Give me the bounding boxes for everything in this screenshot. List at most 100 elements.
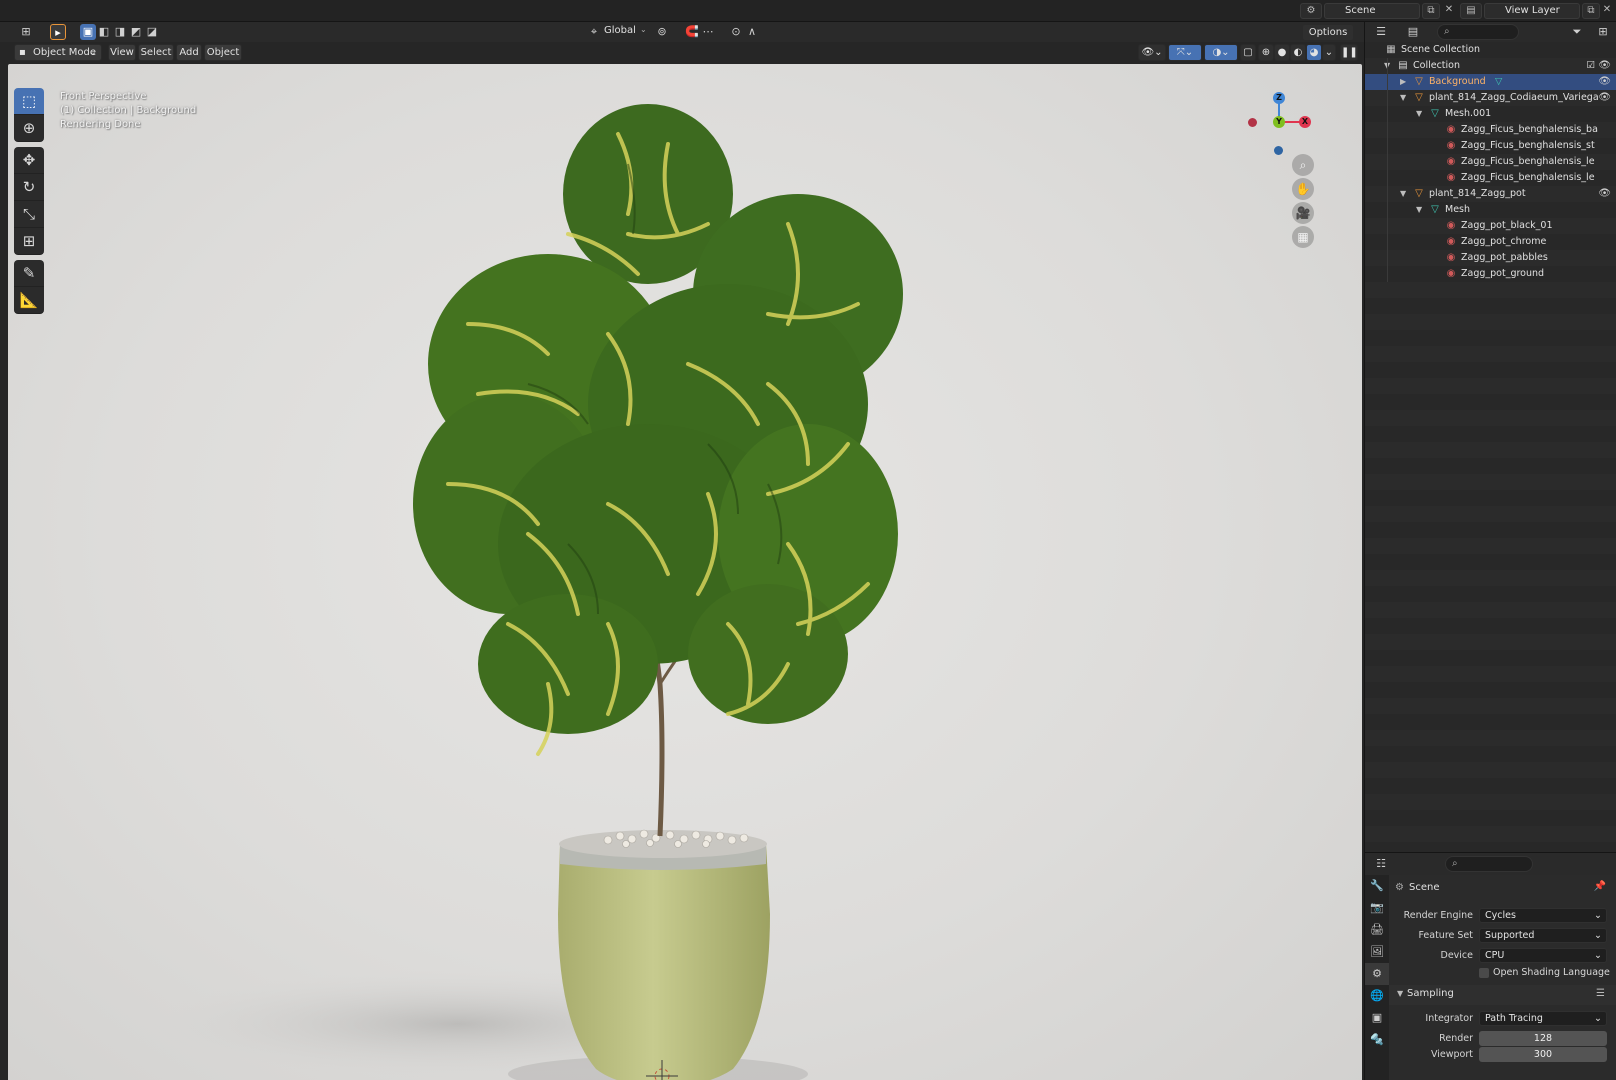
expand-arrow-closed-icon[interactable]: ▶ (1400, 74, 1406, 90)
editor-type-icon[interactable]: ⊞ (18, 24, 34, 40)
select-menu[interactable]: Select (138, 44, 174, 61)
view-layer-field[interactable]: View Layer (1484, 3, 1580, 19)
select-extend-icon[interactable]: ◧ (96, 24, 112, 40)
pause-render-icon[interactable]: ❚❚ (1340, 44, 1358, 61)
outliner-search-input[interactable]: ⌕ (1437, 24, 1519, 40)
outliner-row[interactable]: ◉ Zagg_pot_pabbles (1365, 250, 1616, 266)
render-tab-icon[interactable]: 📷 (1365, 897, 1389, 919)
gizmo-z-icon[interactable]: Z (1273, 92, 1285, 104)
scale-tool-icon[interactable]: ⤡ (14, 201, 44, 228)
visibility-eye-icon[interactable]: 👁 (1598, 58, 1611, 74)
outliner-row[interactable]: ▼ ▽ Mesh (1365, 202, 1616, 218)
select-intersect-icon[interactable]: ◪ (144, 24, 160, 40)
visibility-eye-icon[interactable]: 👁 (1598, 74, 1611, 90)
pin-icon[interactable]: 📌 (1594, 881, 1606, 892)
properties-editor-type-icon[interactable]: ☷ (1373, 856, 1389, 872)
move-tool-icon[interactable]: ✥ (14, 147, 44, 174)
outliner-row[interactable]: ◉ Zagg_Ficus_benghalensis_st (1365, 138, 1616, 154)
viewport-samples-field[interactable]: 300 (1479, 1047, 1607, 1062)
object-mode-dropdown[interactable]: ▪ Object Mode ⌄ (14, 44, 102, 61)
rendered-viewport[interactable]: Front Perspective (1) Collection | Backg… (8, 64, 1362, 1080)
scene-copy-icon[interactable]: ⧉ (1422, 3, 1440, 19)
outliner-row[interactable]: ▼ ▽ plant_814_Zagg_pot 👁 (1365, 186, 1616, 202)
select-subtract-icon[interactable]: ◨ (112, 24, 128, 40)
outliner-row[interactable]: ◉ Zagg_pot_black_01 (1365, 218, 1616, 234)
transform-orientation-label[interactable]: Global (604, 25, 636, 36)
outliner-row[interactable]: ▶ ▽ Background ▽ 👁 (1365, 74, 1616, 90)
filter-icon[interactable]: ⏷ (1569, 24, 1585, 40)
new-collection-icon[interactable]: ⊞ (1595, 24, 1611, 40)
visibility-dropdown[interactable]: 👁⌄ (1138, 44, 1166, 61)
render-samples-field[interactable]: 128 (1479, 1031, 1607, 1046)
expand-arrow-open-icon[interactable]: ▼ (1416, 106, 1422, 122)
outliner-row[interactable]: ◉ Zagg_pot_ground (1365, 266, 1616, 282)
scene-delete-icon[interactable]: ✕ (1440, 3, 1458, 19)
scene-name-field[interactable]: Scene (1324, 3, 1420, 19)
outliner-row[interactable]: ◉ Zagg_Ficus_benghalensis_le (1365, 154, 1616, 170)
solid-shading-icon[interactable]: ● (1274, 44, 1290, 61)
select-box-tool-icon[interactable]: ⬚ (14, 88, 44, 115)
feature-set-dropdown[interactable]: Supported ⌄ (1479, 928, 1607, 943)
display-mode-icon[interactable]: ▤ (1405, 24, 1421, 40)
select-new-icon[interactable]: ▣ (80, 24, 96, 40)
transform-tool-icon[interactable]: ⊞ (14, 228, 44, 255)
view-layer-delete-icon[interactable]: ✕ (1600, 3, 1614, 19)
visibility-eye-icon[interactable]: 👁 (1598, 90, 1611, 106)
tool-tab-icon[interactable]: 🔧 (1365, 875, 1389, 897)
select-tool-icon[interactable]: ▸ (50, 24, 66, 40)
device-dropdown[interactable]: CPU ⌄ (1479, 948, 1607, 963)
osl-checkbox[interactable] (1479, 968, 1489, 978)
presets-list-icon[interactable]: ☰ (1596, 988, 1605, 999)
outliner-row[interactable]: ▼ ▽ plant_814_Zagg_Codiaeum_Variega 👁 (1365, 90, 1616, 106)
output-tab-icon[interactable]: 🖨 (1365, 919, 1389, 941)
view-layer-tab-icon[interactable]: 🖼 (1365, 941, 1389, 963)
chevron-down-icon[interactable]: ⌄ (640, 25, 647, 34)
overlay-toggle[interactable]: ◑⌄ (1204, 44, 1238, 61)
wireframe-shading-icon[interactable]: ⊕ (1258, 44, 1274, 61)
view-menu[interactable]: View (108, 44, 136, 61)
outliner-row[interactable]: ▦ Scene Collection (1365, 42, 1616, 58)
view-layer-copy-icon[interactable]: ⧉ (1582, 3, 1600, 19)
falloff-icon[interactable]: ∧ (744, 24, 760, 40)
gizmo-toggle[interactable]: ⤧⌄ (1168, 44, 1202, 61)
zoom-icon[interactable]: ⌕ (1292, 154, 1314, 176)
object-menu[interactable]: Object (204, 44, 242, 61)
outliner-row[interactable]: ◉ Zagg_pot_chrome (1365, 234, 1616, 250)
mesh-data-icon[interactable]: ▽ (1495, 74, 1502, 90)
pivot-point-icon[interactable]: ⊚ (654, 24, 670, 40)
navigation-gizmo[interactable]: Z Y X (1244, 88, 1314, 158)
pan-hand-icon[interactable]: ✋ (1292, 178, 1314, 200)
expand-arrow-open-icon[interactable]: ▼ (1400, 186, 1406, 202)
options-dropdown[interactable]: Options ⌄ (1302, 24, 1354, 53)
scene-tab-icon[interactable]: ⚙ (1365, 963, 1389, 985)
perspective-toggle-icon[interactable]: ▦ (1292, 226, 1314, 248)
world-tab-icon[interactable]: 🌐 (1365, 985, 1389, 1007)
xray-toggle[interactable]: ▢ (1240, 44, 1256, 61)
shading-options-icon[interactable]: ⌄ (1322, 44, 1336, 61)
snap-icon[interactable]: 🧲 (684, 24, 700, 40)
gizmo-x-icon[interactable]: X (1299, 116, 1311, 128)
modifier-tab-icon[interactable]: 🔩 (1365, 1029, 1389, 1051)
view-layer-browse-icon[interactable]: ▤ (1460, 3, 1482, 19)
render-engine-dropdown[interactable]: Cycles ⌄ (1479, 908, 1607, 923)
annotate-tool-icon[interactable]: ✎ (14, 260, 44, 287)
gizmo-y-icon[interactable]: Y (1273, 116, 1285, 128)
rotate-tool-icon[interactable]: ↻ (14, 174, 44, 201)
object-tab-icon[interactable]: ▣ (1365, 1007, 1389, 1029)
outliner-row[interactable]: ◉ Zagg_Ficus_benghalensis_le (1365, 170, 1616, 186)
expand-arrow-open-icon[interactable]: ▼ (1416, 202, 1422, 218)
transform-orientation-icon[interactable]: ⌖ (586, 24, 602, 40)
snap-target-icon[interactable]: ⋯ (700, 24, 716, 40)
outliner-row[interactable]: ▼▤Collection☑👁 (1365, 58, 1616, 74)
select-invert-icon[interactable]: ◩ (128, 24, 144, 40)
measure-tool-icon[interactable]: 📐 (14, 287, 44, 314)
outliner-editor-type-icon[interactable]: ☰ (1373, 24, 1389, 40)
camera-view-icon[interactable]: 🎥 (1292, 202, 1314, 224)
scene-browse-icon[interactable]: ⚙ (1300, 3, 1322, 19)
integrator-dropdown[interactable]: Path Tracing ⌄ (1479, 1011, 1607, 1026)
visibility-eye-icon[interactable]: 👁 (1598, 186, 1611, 202)
rendered-shading-icon[interactable]: ◕ (1306, 44, 1322, 61)
add-menu[interactable]: Add (176, 44, 202, 61)
proportional-editing-icon[interactable]: ⊙ (728, 24, 744, 40)
expand-arrow-open-icon[interactable]: ▼ (1400, 90, 1406, 106)
